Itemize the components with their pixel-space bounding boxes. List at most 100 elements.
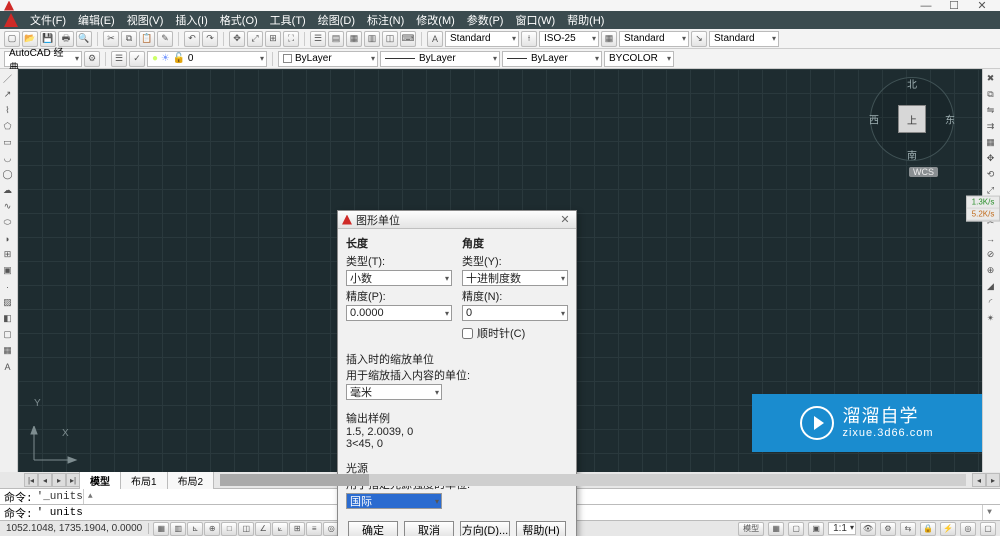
prop-icon[interactable]: ☰: [310, 31, 326, 47]
layout-nav-prev[interactable]: ◂: [38, 473, 52, 487]
insert-icon[interactable]: ⊞: [0, 247, 15, 262]
quickview-layout-icon[interactable]: ▢: [788, 522, 804, 536]
erase-icon[interactable]: ✖: [983, 71, 998, 86]
layout-scroll-right[interactable]: ▸: [986, 473, 1000, 487]
layerstate-icon[interactable]: ✓: [129, 51, 145, 67]
rect-icon[interactable]: ▭: [0, 135, 15, 150]
view-cube[interactable]: 上 北 南 西 东: [870, 77, 954, 161]
help-button[interactable]: 帮助(H): [516, 521, 566, 536]
cmd-scroll-down[interactable]: ▼: [982, 505, 996, 520]
polar-toggle[interactable]: ⊕: [204, 522, 220, 536]
wcs-badge[interactable]: WCS: [909, 167, 938, 177]
plotstyle-combo[interactable]: BYCOLOR: [604, 51, 674, 67]
anno-auto-icon[interactable]: ⚙: [880, 522, 896, 536]
viewcube-top[interactable]: 上: [898, 105, 926, 133]
workspace-combo[interactable]: AutoCAD 经典: [4, 51, 82, 67]
ok-button[interactable]: 确定: [348, 521, 398, 536]
menu-format[interactable]: 格式(O): [214, 10, 264, 30]
lock-ui-icon[interactable]: 🔒: [920, 522, 936, 536]
menu-dim[interactable]: 标注(N): [361, 10, 410, 30]
preview-icon[interactable]: 🔍: [76, 31, 92, 47]
lwt-toggle[interactable]: ≡: [306, 522, 322, 536]
ducs-toggle[interactable]: ⟀: [272, 522, 288, 536]
ellipsearc-icon[interactable]: ◗: [0, 231, 15, 246]
xline-icon[interactable]: ↗: [0, 87, 15, 102]
dialog-close-button[interactable]: ✕: [558, 213, 572, 226]
join-icon[interactable]: ⊕: [983, 263, 998, 278]
length-prec-select[interactable]: 0.0000: [346, 305, 452, 321]
insert-unit-select[interactable]: 毫米: [346, 384, 442, 400]
paste-icon[interactable]: 📋: [139, 31, 155, 47]
ellipse-icon[interactable]: ⬭: [0, 215, 15, 230]
move-icon[interactable]: ✥: [983, 151, 998, 166]
osnap-toggle[interactable]: □: [221, 522, 237, 536]
layout-h-scrollbar[interactable]: [220, 474, 966, 486]
close-button[interactable]: ✕: [968, 1, 996, 11]
textstyle-combo[interactable]: Standard: [445, 31, 519, 47]
polygon-icon[interactable]: ⬠: [0, 119, 15, 134]
modelspace-button[interactable]: 模型: [738, 522, 764, 536]
explode-icon[interactable]: ✴: [983, 311, 998, 326]
clockwise-checkbox[interactable]: [462, 328, 473, 339]
copyobj-icon[interactable]: ⧉: [983, 87, 998, 102]
pline-icon[interactable]: ⌇: [0, 103, 15, 118]
arc-icon[interactable]: ◡: [0, 151, 15, 166]
maximize-button[interactable]: ☐: [940, 1, 968, 11]
otrack-toggle[interactable]: ∠: [255, 522, 271, 536]
layerprop-icon[interactable]: ☰: [111, 51, 127, 67]
hardware-accel-icon[interactable]: ⚡: [940, 522, 956, 536]
clean-screen-icon[interactable]: ▢: [980, 522, 996, 536]
dyn-toggle[interactable]: ⊞: [289, 522, 305, 536]
mtext-icon[interactable]: A: [0, 359, 15, 374]
menu-tools[interactable]: 工具(T): [264, 10, 312, 30]
tab-model[interactable]: 模型: [79, 471, 121, 489]
mirror-icon[interactable]: ⇋: [983, 103, 998, 118]
zoom-icon[interactable]: ⤢: [247, 31, 263, 47]
lineweight-combo[interactable]: ByLayer: [502, 51, 602, 67]
snap-toggle[interactable]: ▦: [153, 522, 169, 536]
menu-modify[interactable]: 修改(M): [410, 10, 461, 30]
dimstyle-combo[interactable]: ISO-25: [539, 31, 599, 47]
layout-nav-last[interactable]: ▸|: [66, 473, 80, 487]
dialog-titlebar[interactable]: 图形单位 ✕: [338, 211, 576, 229]
spline-icon[interactable]: ∿: [0, 199, 15, 214]
rotate-icon[interactable]: ⟲: [983, 167, 998, 182]
line-icon[interactable]: ／: [0, 71, 15, 86]
break-icon[interactable]: ⊘: [983, 247, 998, 262]
grid-display-icon[interactable]: ▦: [768, 522, 784, 536]
viewcube-east[interactable]: 东: [945, 112, 955, 127]
linetype-combo[interactable]: ByLayer: [380, 51, 500, 67]
workspace-switch-icon[interactable]: ⇆: [900, 522, 916, 536]
block-icon[interactable]: ▣: [0, 263, 15, 278]
circle-icon[interactable]: ◯: [0, 167, 15, 182]
quickview-dwg-icon[interactable]: ▣: [808, 522, 824, 536]
undo-icon[interactable]: ↶: [184, 31, 200, 47]
array-icon[interactable]: ▦: [983, 135, 998, 150]
match-icon[interactable]: ✎: [157, 31, 173, 47]
menu-window[interactable]: 窗口(W): [509, 10, 561, 30]
fillet-icon[interactable]: ◜: [983, 295, 998, 310]
app-logo-icon[interactable]: [4, 13, 18, 27]
workspace-gear-icon[interactable]: ⚙: [84, 51, 100, 67]
mleaderstyle-combo[interactable]: Standard: [709, 31, 779, 47]
menu-param[interactable]: 参数(P): [461, 10, 510, 30]
viewcube-south[interactable]: 南: [907, 147, 917, 162]
minimize-button[interactable]: —: [912, 1, 940, 11]
point-icon[interactable]: ·: [0, 279, 15, 294]
menu-insert[interactable]: 插入(I): [169, 10, 213, 30]
tab-layout1[interactable]: 布局1: [120, 471, 168, 489]
drawing-canvas[interactable]: 上 北 南 西 东 WCS Y X 图形单位 ✕ 长度: [18, 69, 982, 472]
layout-nav-first[interactable]: |◂: [24, 473, 38, 487]
copy-icon[interactable]: ⧉: [121, 31, 137, 47]
tab-layout2[interactable]: 布局2: [167, 471, 215, 489]
table-icon[interactable]: ▦: [0, 343, 15, 358]
toolpal-icon[interactable]: ▦: [346, 31, 362, 47]
offset-icon[interactable]: ⇉: [983, 119, 998, 134]
isolate-obj-icon[interactable]: ◎: [960, 522, 976, 536]
layout-nav-next[interactable]: ▸: [52, 473, 66, 487]
light-unit-select[interactable]: 国际: [346, 493, 442, 509]
viewcube-west[interactable]: 西: [869, 112, 879, 127]
menu-help[interactable]: 帮助(H): [561, 10, 610, 30]
zoomext-icon[interactable]: ⛶: [283, 31, 299, 47]
color-combo[interactable]: ByLayer: [278, 51, 378, 67]
